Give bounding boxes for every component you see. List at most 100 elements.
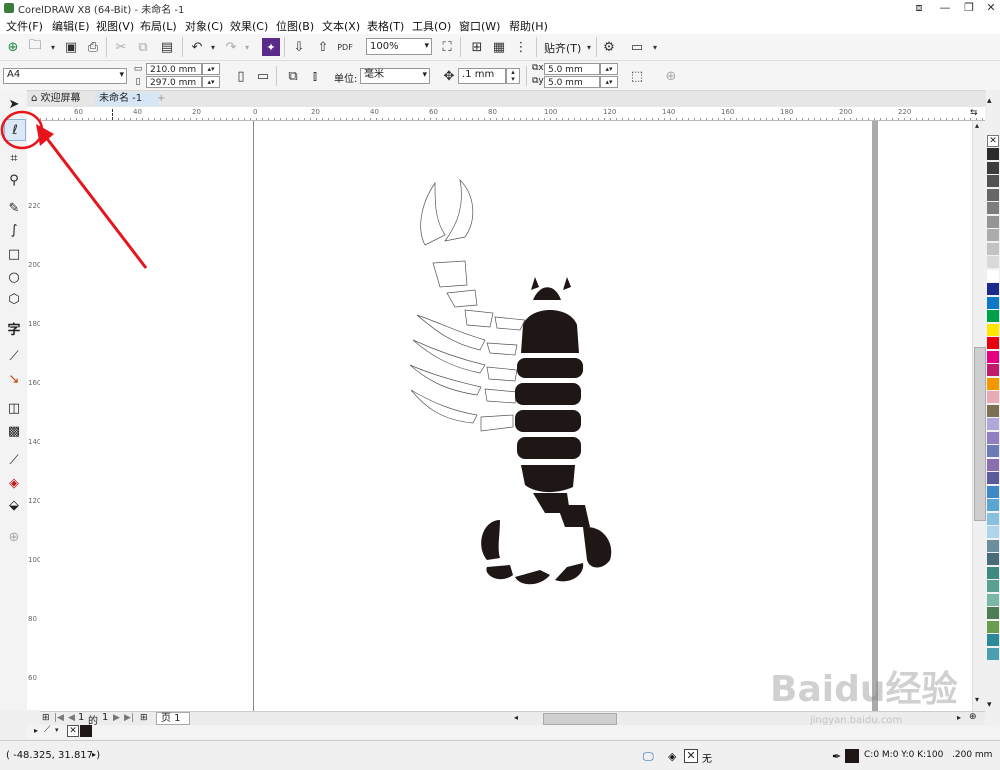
menu-edit[interactable]: 编辑(E) — [52, 18, 90, 34]
document-palette-options-icon[interactable]: ▾ — [55, 726, 59, 734]
navigator-icon[interactable]: ⊕ — [969, 712, 977, 722]
add-quick-customize-icon[interactable]: ⊕ — [662, 67, 680, 85]
first-page-icon[interactable]: |◀ — [54, 713, 64, 723]
add-tool-icon[interactable]: ⊕ — [4, 527, 24, 547]
portrait-icon[interactable]: ▯ — [232, 67, 250, 85]
palette-swatch[interactable] — [987, 296, 999, 309]
close-button[interactable]: ✕ — [978, 0, 1000, 16]
menu-effects[interactable]: 效果(C) — [230, 18, 268, 34]
search-content-icon[interactable]: ✦ — [262, 38, 280, 56]
ruler-settings-icon[interactable]: ⇆ — [970, 108, 978, 118]
show-grid-icon[interactable]: ▦ — [490, 38, 508, 56]
color-eyedropper-tool-icon[interactable]: ⟋ — [4, 450, 24, 470]
palette-swatch[interactable] — [987, 620, 999, 633]
menu-help[interactable]: 帮助(H) — [509, 18, 548, 34]
palette-swatch[interactable] — [987, 607, 999, 619]
vertical-scrollbar[interactable]: ▴ ▾ — [972, 121, 986, 711]
palette-swatch[interactable] — [987, 323, 999, 336]
palette-swatch[interactable] — [987, 445, 999, 457]
text-tool-icon[interactable]: 字 — [4, 318, 24, 338]
menu-bitmaps[interactable]: 位图(B) — [276, 18, 314, 34]
palette-swatch[interactable] — [987, 310, 999, 322]
polygon-tool-icon[interactable]: ⬡ — [4, 289, 24, 309]
next-page-icon[interactable]: ▶ — [113, 713, 120, 723]
palette-swatch[interactable] — [987, 431, 999, 444]
palette-swatch[interactable] — [987, 269, 999, 282]
page-width-input[interactable]: 210.0 mm — [146, 63, 202, 75]
page-height-spinner[interactable]: ▴▾ — [202, 76, 220, 88]
options-gear-icon[interactable]: ⚙ — [600, 38, 618, 56]
last-page-icon[interactable]: ▶| — [124, 713, 134, 723]
palette-swatch[interactable] — [987, 418, 999, 430]
palette-swatch[interactable] — [987, 566, 999, 579]
nudge-spinner[interactable]: ▴ ▾ — [506, 68, 520, 84]
import-icon[interactable]: ⇩ — [290, 38, 308, 56]
print-icon[interactable]: ⎙ — [84, 38, 102, 56]
menu-object[interactable]: 对象(C) — [185, 18, 223, 34]
page-height-input[interactable]: 297.0 mm — [146, 76, 202, 88]
show-guidelines-icon[interactable]: ⋮ — [512, 38, 530, 56]
palette-swatch[interactable] — [987, 458, 999, 471]
add-page-after-icon[interactable]: ⊞ — [140, 713, 148, 723]
previous-page-icon[interactable]: ◀ — [68, 713, 75, 723]
paste-icon[interactable]: ▤ — [158, 38, 176, 56]
menu-file[interactable]: 文件(F) — [6, 18, 43, 34]
menu-text[interactable]: 文本(X) — [322, 18, 360, 34]
open-dropdown-icon[interactable]: ▾ — [44, 38, 62, 56]
palette-swatch[interactable] — [987, 512, 999, 525]
palette-swatch[interactable] — [987, 526, 999, 538]
palette-swatch[interactable] — [987, 377, 999, 390]
new-document-icon[interactable]: ⊕ — [4, 38, 22, 56]
palette-swatch[interactable] — [987, 499, 999, 511]
menu-layout[interactable]: 布局(L) — [140, 18, 177, 34]
scroll-up-icon[interactable]: ▴ — [975, 121, 979, 130]
duplicate-x-input[interactable]: 5.0 mm — [544, 63, 600, 75]
palette-swatch[interactable] — [987, 188, 999, 201]
connector-tool-icon[interactable]: ↘ — [4, 369, 24, 389]
status-expand-icon[interactable]: ▸ — [92, 750, 96, 759]
scorpion-artwork[interactable] — [405, 175, 620, 595]
palette-swatch[interactable] — [987, 256, 999, 268]
show-rulers-icon[interactable]: ⊞ — [468, 38, 486, 56]
nudge-distance-input[interactable]: .1 mm — [458, 68, 506, 84]
duplicate-y-input[interactable]: 5.0 mm — [544, 76, 600, 88]
palette-swatch[interactable] — [987, 337, 999, 349]
palette-swatch[interactable] — [987, 580, 999, 592]
app-launcher-icon[interactable]: ▭ — [628, 38, 646, 56]
launcher-dropdown-icon[interactable]: ▾ — [646, 38, 664, 56]
palette-swatch[interactable] — [987, 634, 999, 646]
minimize-button[interactable]: — — [932, 0, 958, 16]
duplicate-x-spinner[interactable]: ▴▾ — [600, 63, 618, 75]
fill-none-swatch[interactable]: ✕ — [684, 749, 698, 763]
palette-swatch[interactable] — [987, 391, 999, 403]
palette-swatch[interactable] — [987, 647, 999, 660]
publish-pdf-icon[interactable]: PDF — [336, 38, 354, 56]
page-width-spinner[interactable]: ▴▾ — [202, 63, 220, 75]
doc-no-color-swatch[interactable]: ✕ — [67, 725, 79, 737]
zoom-level-select[interactable]: 100% — [366, 38, 432, 55]
palette-swatch[interactable] — [987, 242, 999, 255]
menu-window[interactable]: 窗口(W) — [459, 18, 500, 34]
palette-swatch[interactable] — [987, 364, 999, 376]
doc-black-swatch[interactable] — [80, 725, 92, 737]
current-page-icon[interactable]: ⫾ — [306, 67, 324, 85]
palette-swatch[interactable] — [987, 485, 999, 498]
no-color-swatch[interactable]: ✕ — [987, 135, 999, 147]
menu-view[interactable]: 视图(V) — [96, 18, 134, 34]
document-palette-expand-icon[interactable]: ▸ — [34, 726, 38, 735]
palette-swatch[interactable] — [987, 404, 999, 417]
palette-swatch[interactable] — [987, 472, 999, 484]
eyedropper-icon[interactable]: ⟋ — [44, 725, 50, 735]
parallel-dimension-tool-icon[interactable]: ⟋ — [4, 346, 24, 366]
all-pages-icon[interactable]: ⧉ — [284, 67, 302, 85]
palette-swatch[interactable] — [987, 539, 999, 552]
scroll-right-icon[interactable]: ▸ — [957, 713, 961, 722]
horizontal-ruler[interactable]: 60 40 20 0 20 40 60 80 100 120 140 160 1… — [40, 107, 985, 121]
vertical-scroll-thumb[interactable] — [974, 347, 986, 521]
treat-as-filled-icon[interactable]: ⬚ — [628, 67, 646, 85]
palette-swatch[interactable] — [987, 202, 999, 214]
open-folder-icon[interactable]: 🗀 — [26, 38, 44, 56]
drop-shadow-tool-icon[interactable]: ◫ — [4, 398, 24, 418]
horizontal-scroll-thumb[interactable] — [543, 713, 617, 725]
palette-swatch[interactable] — [987, 283, 999, 295]
